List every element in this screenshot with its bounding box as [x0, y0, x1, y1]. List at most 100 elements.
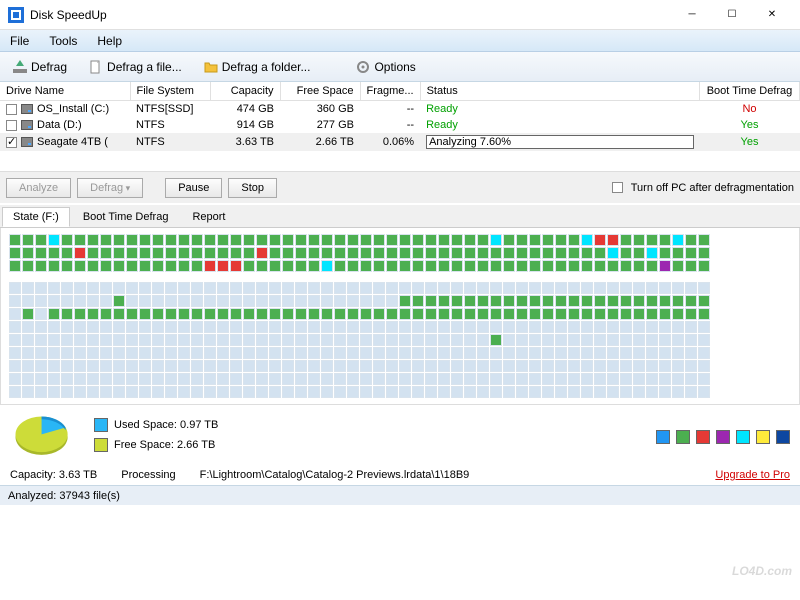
- drive-row[interactable]: OS_Install (C:) NTFS[SSD] 474 GB 360 GB …: [0, 101, 800, 118]
- toolbar-defrag-folder[interactable]: Defrag a folder...: [195, 56, 320, 78]
- toolbar-defrag-file[interactable]: Defrag a file...: [80, 56, 191, 78]
- cluster-map: [0, 228, 800, 405]
- cluster-cell: [204, 386, 216, 398]
- cluster-cell: [464, 234, 476, 246]
- cluster-cell: [282, 373, 294, 385]
- cluster-cell: [646, 260, 658, 272]
- defrag-button[interactable]: Defrag: [77, 178, 143, 198]
- cluster-cell: [620, 321, 632, 333]
- cluster-cell: [425, 347, 437, 359]
- cluster-cell: [48, 308, 60, 320]
- drive-table: Drive Name File System Capacity Free Spa…: [0, 82, 800, 151]
- cluster-cell: [334, 386, 346, 398]
- cluster-cell: [100, 295, 112, 307]
- menu-tools[interactable]: Tools: [45, 32, 81, 50]
- minimize-button[interactable]: ─: [672, 1, 712, 29]
- status-ready: Ready: [426, 119, 458, 131]
- col-drive-name[interactable]: Drive Name: [0, 82, 130, 101]
- menu-help[interactable]: Help: [93, 32, 126, 50]
- cluster-cell: [152, 308, 164, 320]
- cluster-cell: [282, 386, 294, 398]
- tab-state[interactable]: State (F:): [2, 207, 70, 227]
- cluster-cell: [256, 347, 268, 359]
- cluster-cell: [451, 308, 463, 320]
- cluster-cell: [594, 260, 606, 272]
- cluster-cell: [672, 386, 684, 398]
- cluster-cell: [477, 360, 489, 372]
- cluster-cell: [568, 295, 580, 307]
- drive-checkbox[interactable]: [6, 104, 17, 115]
- swatch-free-icon: [94, 438, 108, 452]
- cluster-cell: [477, 295, 489, 307]
- cluster-cell: [217, 373, 229, 385]
- cluster-cell: [48, 282, 60, 294]
- cluster-cell: [204, 373, 216, 385]
- cluster-cell: [672, 260, 684, 272]
- col-boot-time-defrag[interactable]: Boot Time Defrag: [700, 82, 800, 101]
- cluster-cell: [9, 347, 21, 359]
- cluster-cell: [594, 295, 606, 307]
- col-status[interactable]: Status: [420, 82, 699, 101]
- cluster-cell: [334, 234, 346, 246]
- cluster-cell: [139, 247, 151, 259]
- cluster-cell: [568, 386, 580, 398]
- turnoff-checkbox[interactable]: Turn off PC after defragmentation: [612, 182, 794, 194]
- cluster-cell: [165, 234, 177, 246]
- close-button[interactable]: ✕: [752, 1, 792, 29]
- cluster-cell: [464, 260, 476, 272]
- cluster-cell: [191, 234, 203, 246]
- cluster-cell: [100, 360, 112, 372]
- drive-fragment: --: [360, 117, 420, 133]
- menu-file[interactable]: File: [6, 32, 33, 50]
- cluster-cell: [464, 360, 476, 372]
- stop-button[interactable]: Stop: [228, 178, 277, 198]
- cluster-cell: [282, 282, 294, 294]
- maximize-button[interactable]: ☐: [712, 1, 752, 29]
- cluster-cell: [191, 260, 203, 272]
- cluster-cell: [659, 386, 671, 398]
- cluster-cell: [360, 373, 372, 385]
- cluster-cell: [698, 295, 710, 307]
- cluster-cell: [438, 347, 450, 359]
- cluster-cell: [87, 334, 99, 346]
- legend-free-label: Free Space: 2.66 TB: [114, 439, 215, 451]
- col-free-space[interactable]: Free Space: [280, 82, 360, 101]
- cluster-cell: [568, 321, 580, 333]
- cluster-cell: [581, 373, 593, 385]
- drive-checkbox[interactable]: [6, 137, 17, 148]
- drive-row[interactable]: Seagate 4TB ( NTFS 3.63 TB 2.66 TB 0.06%…: [0, 133, 800, 151]
- drive-icon: [21, 120, 33, 130]
- col-capacity[interactable]: Capacity: [210, 82, 280, 101]
- upgrade-link[interactable]: Upgrade to Pro: [715, 469, 790, 481]
- cluster-cell: [399, 247, 411, 259]
- cluster-cell: [48, 360, 60, 372]
- cluster-cell: [321, 282, 333, 294]
- drive-row[interactable]: Data (D:) NTFS 914 GB 277 GB -- Ready Ye…: [0, 117, 800, 133]
- analyze-button[interactable]: Analyze: [6, 178, 71, 198]
- col-fragment[interactable]: Fragme...: [360, 82, 420, 101]
- cluster-cell: [334, 308, 346, 320]
- cluster-cell: [191, 295, 203, 307]
- cluster-cell: [386, 295, 398, 307]
- file-icon: [89, 60, 103, 74]
- cluster-cell: [373, 282, 385, 294]
- cluster-cell: [347, 360, 359, 372]
- drive-fragment: --: [360, 101, 420, 118]
- cluster-cell: [74, 247, 86, 259]
- toolbar-defrag[interactable]: Defrag: [4, 56, 76, 78]
- tab-report[interactable]: Report: [181, 207, 236, 227]
- cluster-cell: [659, 373, 671, 385]
- pause-button[interactable]: Pause: [165, 178, 222, 198]
- cluster-cell: [503, 247, 515, 259]
- cluster-cell: [438, 247, 450, 259]
- cluster-cell: [308, 360, 320, 372]
- cluster-cell: [9, 282, 21, 294]
- col-file-system[interactable]: File System: [130, 82, 210, 101]
- tab-boot-time-defrag[interactable]: Boot Time Defrag: [72, 207, 180, 227]
- drive-checkbox[interactable]: [6, 120, 17, 131]
- cluster-cell: [61, 308, 73, 320]
- toolbar-options[interactable]: Options: [347, 56, 424, 78]
- cluster-cell: [165, 373, 177, 385]
- cluster-cell: [685, 295, 697, 307]
- drive-fragment: 0.06%: [360, 133, 420, 151]
